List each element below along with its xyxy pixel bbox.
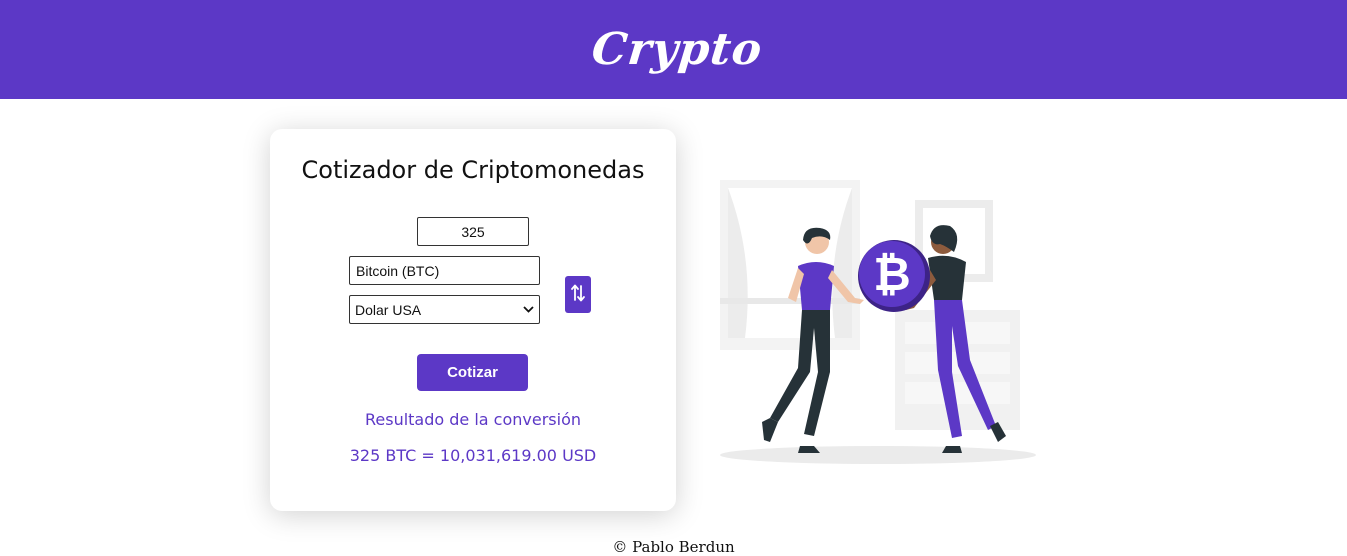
converter-title: Cotizador de Criptomonedas: [301, 156, 645, 184]
from-currency-input[interactable]: [349, 256, 540, 285]
footer-credit: © Pablo Berdun: [612, 538, 735, 556]
result-title: Resultado de la conversión: [364, 410, 582, 429]
bitcoin-icon: ₿: [858, 240, 930, 312]
to-currency-selected: Dolar USA: [355, 301, 422, 318]
swap-currencies-button[interactable]: [565, 276, 591, 313]
crypto-illustration: ₿: [700, 150, 1060, 480]
cotizar-button[interactable]: Cotizar: [417, 354, 528, 391]
app-header: Crypto: [0, 0, 1347, 99]
svg-text:₿: ₿: [873, 247, 911, 301]
brand-logo: Crypto: [589, 24, 766, 75]
chevron-down-icon: [523, 304, 534, 316]
swap-vertical-icon: [571, 283, 585, 307]
result-value: 325 BTC = 10,031,619.00 USD: [349, 446, 597, 465]
amount-input[interactable]: [417, 217, 529, 246]
converter-card: Cotizador de Criptomonedas Dolar USA Cot…: [270, 129, 676, 511]
to-currency-select[interactable]: Dolar USA: [349, 295, 540, 324]
